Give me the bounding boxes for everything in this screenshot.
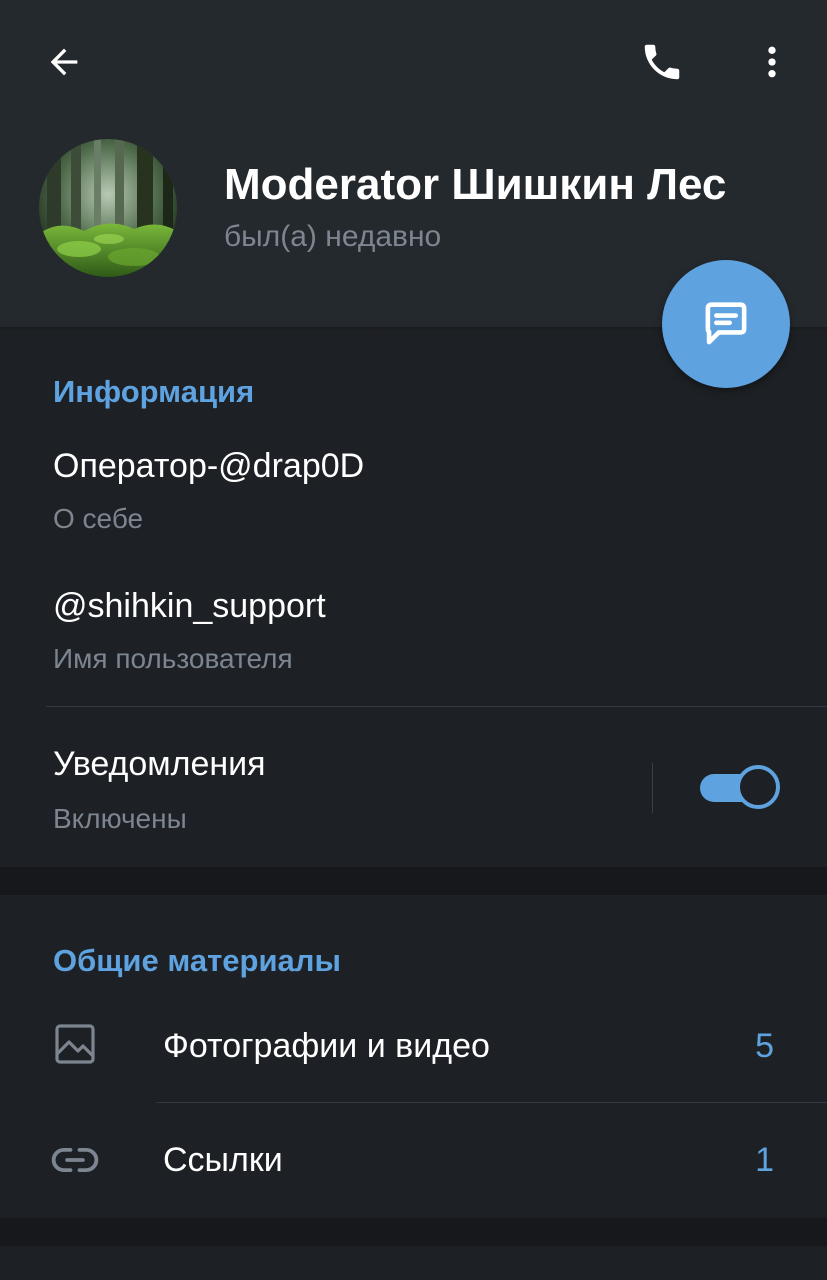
bio-row[interactable]: Оператор-@drap0D О себе [0, 431, 827, 563]
forest-avatar-image [39, 139, 177, 277]
shared-media-section: Общие материалы Фотографии и видео 5 Ссы… [0, 895, 827, 1218]
bio-label: О себе [53, 503, 144, 534]
link-icon [48, 1133, 102, 1187]
media-label-photos: Фотографии и видео [163, 1027, 490, 1065]
media-row-photos[interactable]: Фотографии и видео 5 [0, 991, 827, 1101]
toggle-knob [736, 765, 780, 809]
next-section [0, 1246, 827, 1280]
username-label: Имя пользователя [53, 643, 293, 674]
avatar[interactable] [39, 139, 177, 277]
message-icon [705, 302, 747, 345]
section-gap [0, 1218, 827, 1246]
more-vertical-icon [768, 46, 776, 78]
message-button[interactable] [662, 260, 790, 388]
notifications-toggle[interactable] [700, 765, 780, 809]
shared-media-title: Общие материалы [53, 943, 341, 978]
info-section-title: Информация [53, 374, 255, 409]
media-count-links: 1 [755, 1141, 774, 1179]
username-row[interactable]: @shihkin_support Имя пользователя [0, 571, 827, 705]
media-count-photos: 5 [755, 1027, 774, 1065]
section-gap [0, 867, 827, 895]
profile-status: был(а) недавно [224, 220, 442, 253]
arrow-left-icon [50, 48, 78, 76]
media-row-links[interactable]: Ссылки 1 [0, 1103, 827, 1218]
media-label-links: Ссылки [163, 1141, 283, 1179]
username-value: @shihkin_support [53, 587, 326, 625]
back-button[interactable] [24, 22, 104, 102]
bio-value: Оператор-@drap0D [53, 447, 365, 485]
notifications-state: Включены [53, 803, 187, 834]
notifications-label: Уведомления [53, 745, 266, 783]
phone-icon [644, 44, 680, 80]
image-icon [48, 1017, 102, 1071]
more-options-button[interactable] [732, 22, 812, 102]
vertical-divider [652, 763, 653, 813]
call-button[interactable] [622, 22, 702, 102]
info-section: Информация Оператор-@drap0D О себе @shih… [0, 331, 827, 867]
profile-name: Moderator Шишкин Лес [224, 160, 727, 209]
